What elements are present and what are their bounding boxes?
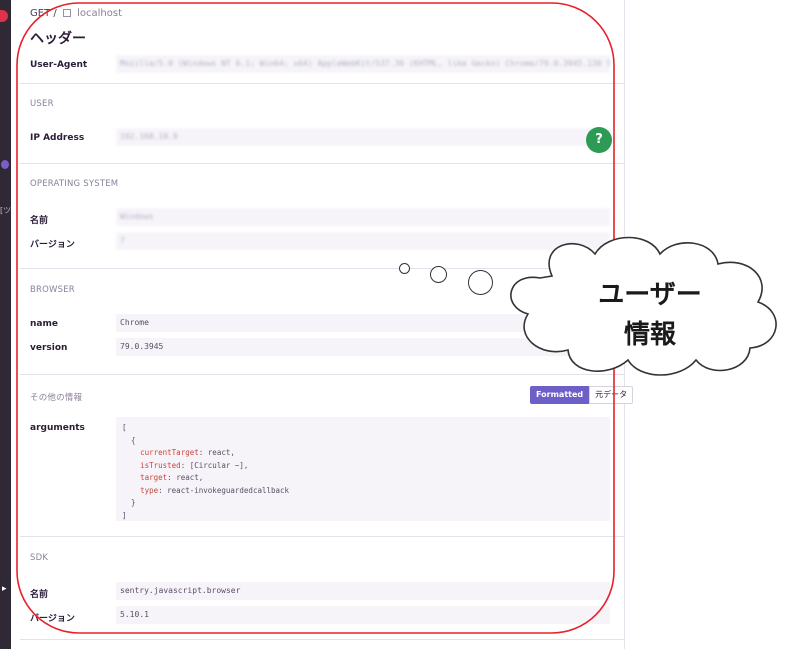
thought-bubble-large: [468, 270, 493, 295]
callout-line-2: 情報: [623, 320, 676, 350]
callout-line-1: ユーザー: [598, 280, 702, 310]
thought-bubble-medium: [430, 266, 447, 283]
thought-bubble-small: [399, 263, 410, 274]
callout-cloud: ユーザー 情報: [500, 236, 800, 378]
